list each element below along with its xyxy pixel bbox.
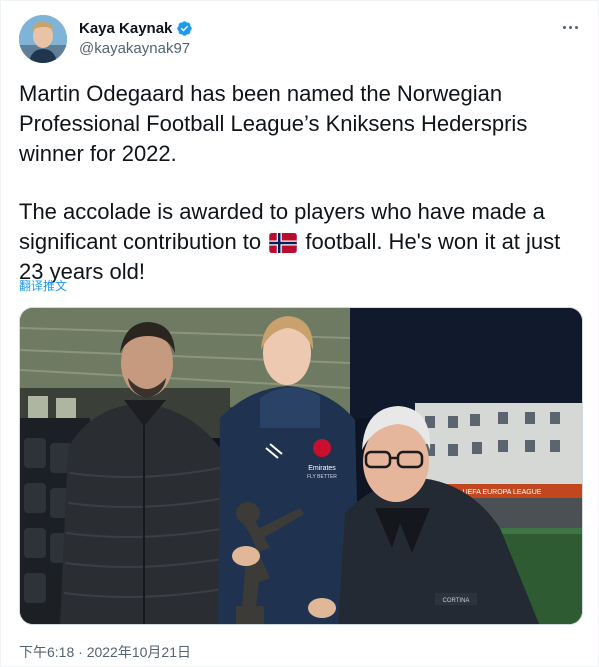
jacket-badge-sub-text: FLY BETTER	[307, 474, 337, 480]
norway-flag-icon	[269, 233, 298, 253]
more-options-icon[interactable]	[558, 17, 582, 37]
tweet-text: Martin Odegaard has been named the Norwe…	[19, 79, 584, 287]
display-name[interactable]: Kaya Kaynak	[79, 20, 172, 37]
tweet-paragraph-2: The accolade is awarded to players who h…	[19, 197, 584, 287]
stand-sign-text: UEFA EUROPA LEAGUE	[463, 489, 542, 496]
translate-link[interactable]: 翻译推文	[19, 277, 67, 294]
verified-badge-icon	[177, 20, 193, 36]
tweet-card: Kaya Kaynak @kayakaynak97 Martin Odegaar…	[0, 0, 599, 667]
name-row: Kaya Kaynak	[79, 18, 193, 38]
tweet-header: Kaya Kaynak @kayakaynak97	[19, 15, 582, 65]
handle[interactable]: @kayakaynak97	[79, 40, 193, 57]
user-block: Kaya Kaynak @kayakaynak97	[79, 18, 193, 57]
jacket-badge-text: Emirates	[308, 465, 336, 472]
tweet-paragraph-1: Martin Odegaard has been named the Norwe…	[19, 81, 528, 166]
brand-text: CORTINA	[443, 598, 470, 604]
tweet-timestamp[interactable]: 下午6:18 · 2022年10月21日	[19, 642, 191, 662]
tweet-photo[interactable]: UEFA EUROPA LEAGUE Emirates FLY BETTER C…	[19, 307, 583, 625]
avatar[interactable]	[19, 15, 67, 63]
